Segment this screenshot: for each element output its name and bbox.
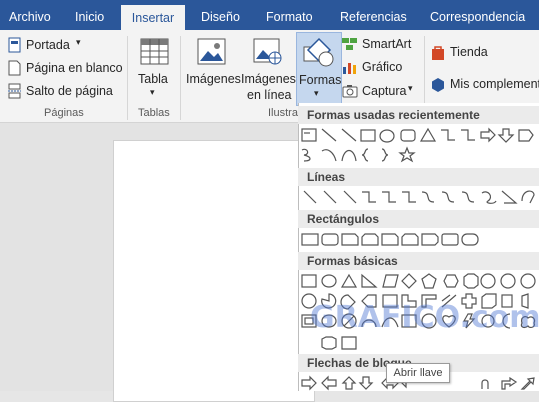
addins-icon xyxy=(432,78,444,92)
chart-icon xyxy=(343,63,356,74)
table-icon xyxy=(140,38,169,65)
shapes-icon xyxy=(303,37,334,67)
chevron-down-icon: ▾ xyxy=(76,37,81,47)
left-brace-shape-icon[interactable] xyxy=(361,148,369,162)
blank-page-icon xyxy=(8,60,21,76)
curve-shape-icon[interactable] xyxy=(321,149,337,162)
tab-insertar[interactable]: Insertar xyxy=(121,5,185,30)
oval-shape-icon[interactable] xyxy=(379,129,395,143)
smartart-label: SmartArt xyxy=(362,37,412,51)
down-arrow-shape-icon[interactable] xyxy=(497,128,515,143)
online-pictures-label-2: en línea xyxy=(247,88,292,102)
formas-label: Formas xyxy=(299,73,342,87)
tienda-label: Tienda xyxy=(450,45,488,59)
triangle-shape-icon[interactable] xyxy=(419,127,437,142)
arrow-shape-icon[interactable] xyxy=(341,128,357,142)
cover-page-icon xyxy=(8,37,21,53)
online-pictures-label-1: Imágenes xyxy=(241,72,296,86)
formas-button[interactable]: Formas ▾ xyxy=(296,32,342,106)
tab-referencias[interactable]: Referencias xyxy=(340,0,407,30)
online-pictures-button[interactable]: Imágenes en línea xyxy=(241,38,296,104)
watermark: GRAFICO.com xyxy=(310,300,539,335)
rounded-rectangle-shape-icon[interactable] xyxy=(400,129,416,142)
group-separator xyxy=(180,36,181,120)
page-break-icon xyxy=(8,83,21,99)
rectangle-shape-icon[interactable] xyxy=(360,129,376,142)
group-label-tablas: Tablas xyxy=(138,107,170,119)
imagenes-button[interactable]: Imágenes xyxy=(186,38,241,94)
my-addins-label: Mis complement xyxy=(450,77,539,91)
chevron-down-icon: ▾ xyxy=(150,87,155,97)
chevron-down-icon: ▾ xyxy=(408,83,413,93)
group-label-ilustraciones: Ilustra xyxy=(268,107,298,119)
tooltip: Abrir llave xyxy=(386,363,450,383)
pentagon-arrow-shape-icon[interactable] xyxy=(518,129,534,142)
portada-label: Portada xyxy=(26,38,70,52)
line-shape-icon[interactable] xyxy=(321,128,337,142)
shape-icons-layer xyxy=(301,127,536,391)
freeform-shape-icon[interactable] xyxy=(301,148,311,162)
tabla-button[interactable]: Tabla ▾ xyxy=(135,38,175,100)
elbow-connector-shape-icon[interactable] xyxy=(441,129,455,141)
right-brace-shape-icon[interactable] xyxy=(381,148,389,162)
star-shape-icon[interactable] xyxy=(398,146,416,163)
blank-page-label: Página en blanco xyxy=(26,61,123,75)
group-separator xyxy=(127,36,128,120)
tab-diseno[interactable]: Diseño xyxy=(201,0,240,30)
captura-label: Captura xyxy=(362,84,407,98)
grafico-label: Gráfico xyxy=(362,60,403,74)
text-box-shape-icon[interactable] xyxy=(301,128,317,142)
tab-inicio[interactable]: Inicio xyxy=(75,0,104,30)
arc-shape-icon[interactable] xyxy=(341,149,357,162)
group-label-paginas: Páginas xyxy=(44,107,84,119)
picture-icon xyxy=(197,38,226,65)
elbow-arrow-shape-icon[interactable] xyxy=(461,129,475,141)
camera-icon xyxy=(342,85,358,98)
online-picture-icon xyxy=(253,38,282,65)
chevron-down-icon: ▾ xyxy=(314,88,319,98)
smartart-icon xyxy=(342,38,357,50)
tab-formato[interactable]: Formato xyxy=(266,0,313,30)
document-page[interactable] xyxy=(113,140,315,402)
right-arrow-shape-icon[interactable] xyxy=(480,127,496,143)
imagenes-label: Imágenes xyxy=(186,72,241,86)
tab-correspondencia[interactable]: Correspondencia xyxy=(430,0,525,30)
tabla-label: Tabla xyxy=(138,72,168,86)
tab-archivo[interactable]: Archivo xyxy=(9,0,51,30)
page-break-label: Salto de página xyxy=(26,84,113,98)
store-icon xyxy=(432,46,444,60)
